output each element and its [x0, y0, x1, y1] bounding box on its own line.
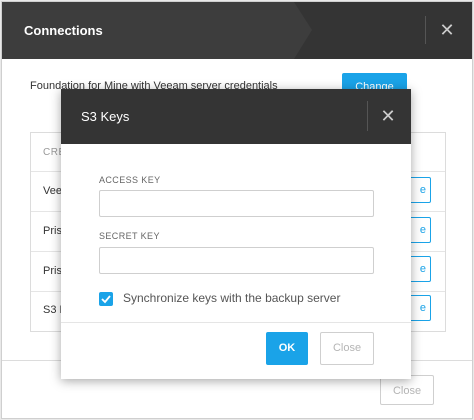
s3-keys-title: S3 Keys	[81, 109, 130, 124]
ok-button[interactable]: OK	[266, 332, 308, 365]
connections-close-button[interactable]: Close	[380, 375, 434, 405]
header-separator	[367, 101, 368, 131]
connections-title: Connections	[24, 23, 103, 38]
sync-keys-label: Synchronize keys with the backup server	[123, 291, 341, 305]
header-separator	[425, 16, 426, 44]
secret-key-label: SECRET KEY	[99, 231, 160, 241]
secret-key-input[interactable]	[99, 247, 374, 274]
s3-keys-dialog: S3 Keys ✕ ACCESS KEY SECRET KEY Synchron…	[61, 89, 411, 379]
close-icon[interactable]: ✕	[373, 101, 403, 131]
s3-keys-header: S3 Keys ✕	[61, 89, 411, 144]
checkmark-icon	[101, 295, 111, 304]
close-icon[interactable]: ✕	[432, 16, 462, 44]
s3-close-button[interactable]: Close	[320, 332, 374, 365]
access-key-input[interactable]	[99, 190, 374, 217]
sync-keys-checkbox[interactable]	[99, 292, 113, 306]
footer-separator	[61, 322, 411, 323]
access-key-label: ACCESS KEY	[99, 175, 161, 185]
connections-dialog-header: Connections ✕	[2, 2, 472, 59]
